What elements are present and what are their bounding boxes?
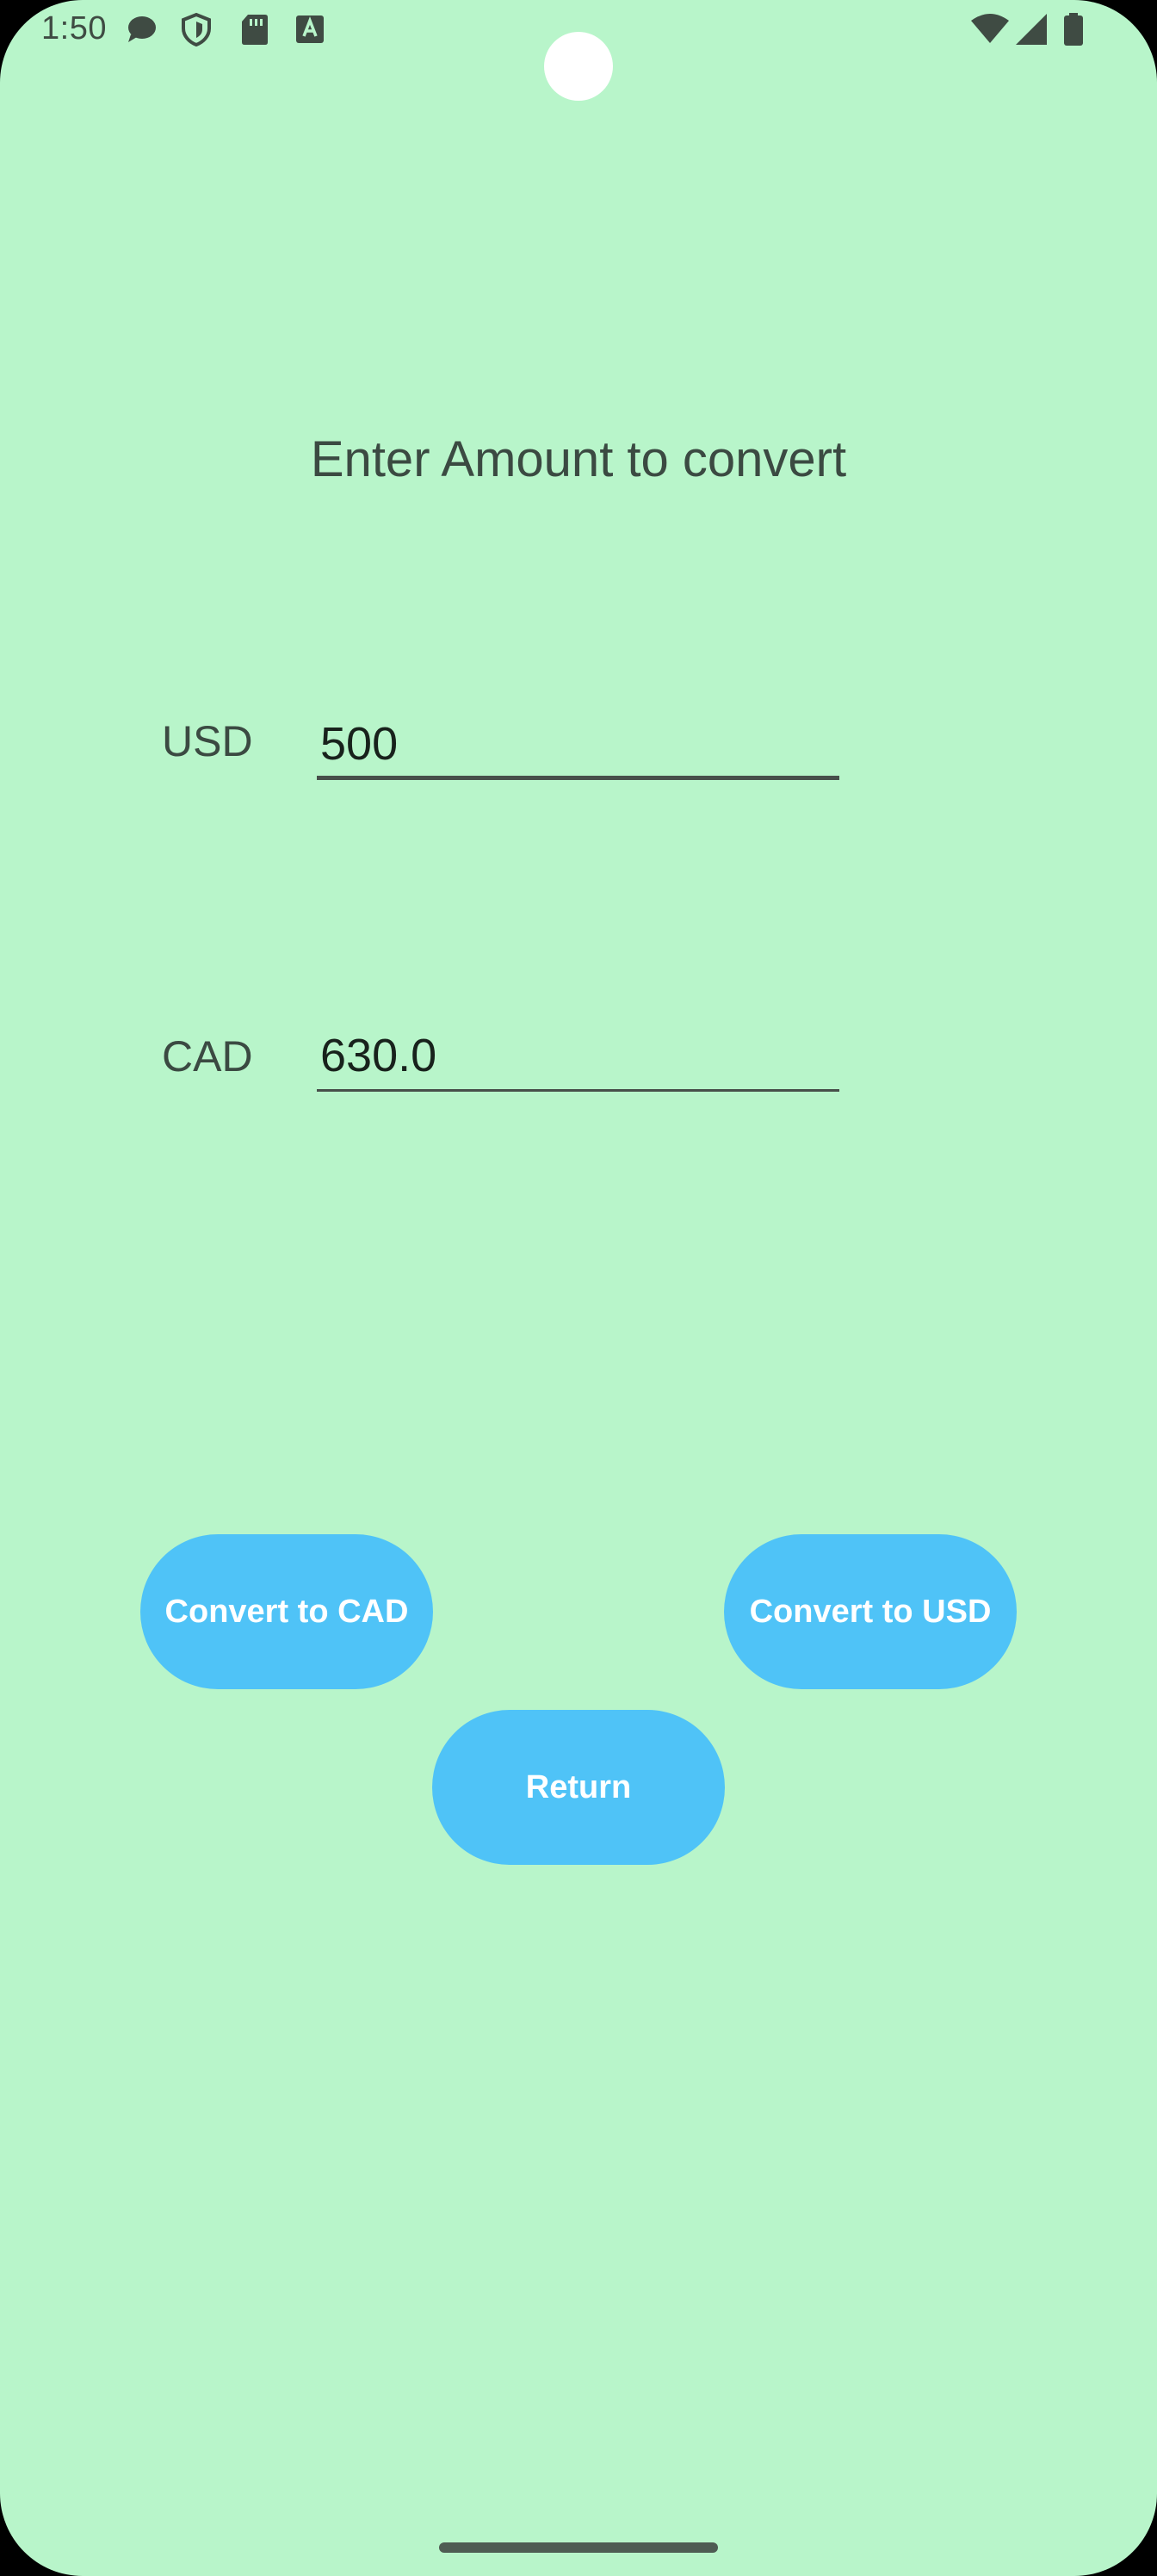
chat-bubble-icon <box>124 12 158 46</box>
usd-input[interactable] <box>320 711 828 777</box>
camera-cutout <box>544 32 613 101</box>
convert-to-cad-button[interactable]: Convert to CAD <box>140 1534 433 1689</box>
cellular-signal-icon <box>1012 12 1050 46</box>
cad-underline <box>317 1089 839 1092</box>
return-button[interactable]: Return <box>432 1710 725 1865</box>
cad-field[interactable] <box>317 1023 839 1092</box>
page-title: Enter Amount to convert <box>310 431 847 487</box>
keyboard-a-icon <box>293 12 327 46</box>
wifi-icon <box>969 12 1011 46</box>
cad-input[interactable] <box>320 1023 828 1088</box>
status-bar: 1:50 <box>0 0 1157 101</box>
battery-icon <box>1061 12 1086 46</box>
usd-field[interactable] <box>317 711 839 780</box>
shield-icon <box>179 12 213 47</box>
usd-label: USD <box>162 717 253 765</box>
usd-underline <box>317 776 839 780</box>
cad-label: CAD <box>162 1032 253 1081</box>
convert-to-usd-button[interactable]: Convert to USD <box>724 1534 1017 1689</box>
home-indicator[interactable] <box>439 2542 718 2553</box>
sd-card-icon <box>238 12 272 46</box>
status-time: 1:50 <box>41 10 107 46</box>
app-screen: 1:50 Enter Amount to convert USD 500 CAD… <box>0 0 1157 2576</box>
